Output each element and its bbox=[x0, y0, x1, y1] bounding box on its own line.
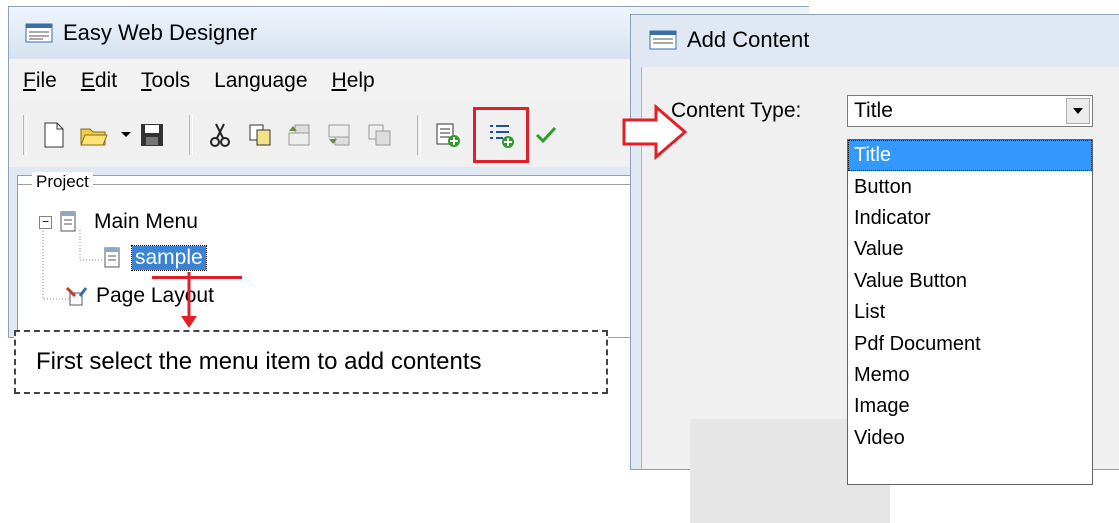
menu-page-icon bbox=[60, 211, 76, 232]
toolbar-separator bbox=[189, 115, 193, 155]
move-down-icon[interactable] bbox=[325, 120, 355, 150]
menu-file[interactable]: File bbox=[23, 69, 57, 93]
project-panel-label: Project bbox=[32, 172, 93, 192]
collapse-toggle-icon[interactable]: − bbox=[39, 215, 52, 229]
option-indicator[interactable]: Indicator bbox=[848, 203, 1092, 234]
copy-icon[interactable] bbox=[245, 120, 275, 150]
tree-node-sample[interactable]: sample bbox=[102, 245, 207, 271]
content-type-label: Content Type: bbox=[671, 99, 802, 122]
add-content-dialog: Add Content Content Type: Title Title Bu… bbox=[630, 14, 1119, 523]
tree-node-main-menu[interactable]: − Main Menu bbox=[39, 210, 198, 234]
tree-node-label: Main Menu bbox=[94, 210, 198, 233]
add-content-icon[interactable] bbox=[473, 107, 529, 163]
menu-tools[interactable]: Tools bbox=[141, 69, 190, 93]
dialog-window-icon bbox=[649, 30, 677, 50]
annotation-note: First select the menu item to add conten… bbox=[14, 330, 608, 394]
dialog-title: Add Content bbox=[687, 27, 810, 52]
option-pdf-document[interactable]: Pdf Document bbox=[848, 328, 1092, 359]
option-value-button[interactable]: Value Button bbox=[848, 266, 1092, 297]
annotation-note-text: First select the menu item to add conten… bbox=[36, 348, 482, 375]
menu-language[interactable]: Language bbox=[214, 69, 307, 93]
menu-edit[interactable]: Edit bbox=[81, 69, 117, 93]
option-image[interactable]: Image bbox=[848, 391, 1092, 422]
toolbar-grip bbox=[23, 115, 27, 155]
tree-node-label-selected: sample bbox=[131, 245, 207, 271]
option-title[interactable]: Title bbox=[848, 140, 1092, 172]
open-dropdown-chevron-icon[interactable] bbox=[119, 120, 133, 150]
content-type-selected-value: Title bbox=[854, 99, 893, 122]
add-menu-item-icon[interactable] bbox=[433, 120, 463, 150]
move-up-icon[interactable] bbox=[285, 120, 315, 150]
option-button[interactable]: Button bbox=[848, 171, 1092, 202]
save-icon[interactable] bbox=[137, 120, 167, 150]
chevron-down-icon[interactable] bbox=[1066, 98, 1090, 124]
open-folder-icon[interactable] bbox=[79, 120, 109, 150]
option-value[interactable]: Value bbox=[848, 234, 1092, 265]
annotation-right-arrow bbox=[622, 104, 688, 160]
menu-page-icon bbox=[104, 247, 120, 268]
new-file-icon[interactable] bbox=[39, 120, 69, 150]
option-video[interactable]: Video bbox=[848, 423, 1092, 454]
menu-help[interactable]: Help bbox=[332, 69, 375, 93]
duplicate-item-icon[interactable] bbox=[365, 120, 395, 150]
toolbar-separator bbox=[417, 115, 421, 155]
layout-tools-icon bbox=[65, 286, 88, 306]
option-list[interactable]: List bbox=[848, 297, 1092, 328]
content-type-select[interactable]: Title bbox=[847, 95, 1093, 127]
content-type-dropdown-list: Title Button Indicator Value Value Butto… bbox=[847, 139, 1093, 485]
cut-icon[interactable] bbox=[205, 120, 235, 150]
main-window-title: Easy Web Designer bbox=[63, 20, 258, 45]
option-memo[interactable]: Memo bbox=[848, 360, 1092, 391]
dialog-titlebar: Add Content bbox=[631, 15, 1119, 65]
check-icon[interactable] bbox=[535, 120, 557, 150]
annotation-down-arrow bbox=[181, 272, 197, 328]
app-window-icon bbox=[25, 23, 53, 43]
